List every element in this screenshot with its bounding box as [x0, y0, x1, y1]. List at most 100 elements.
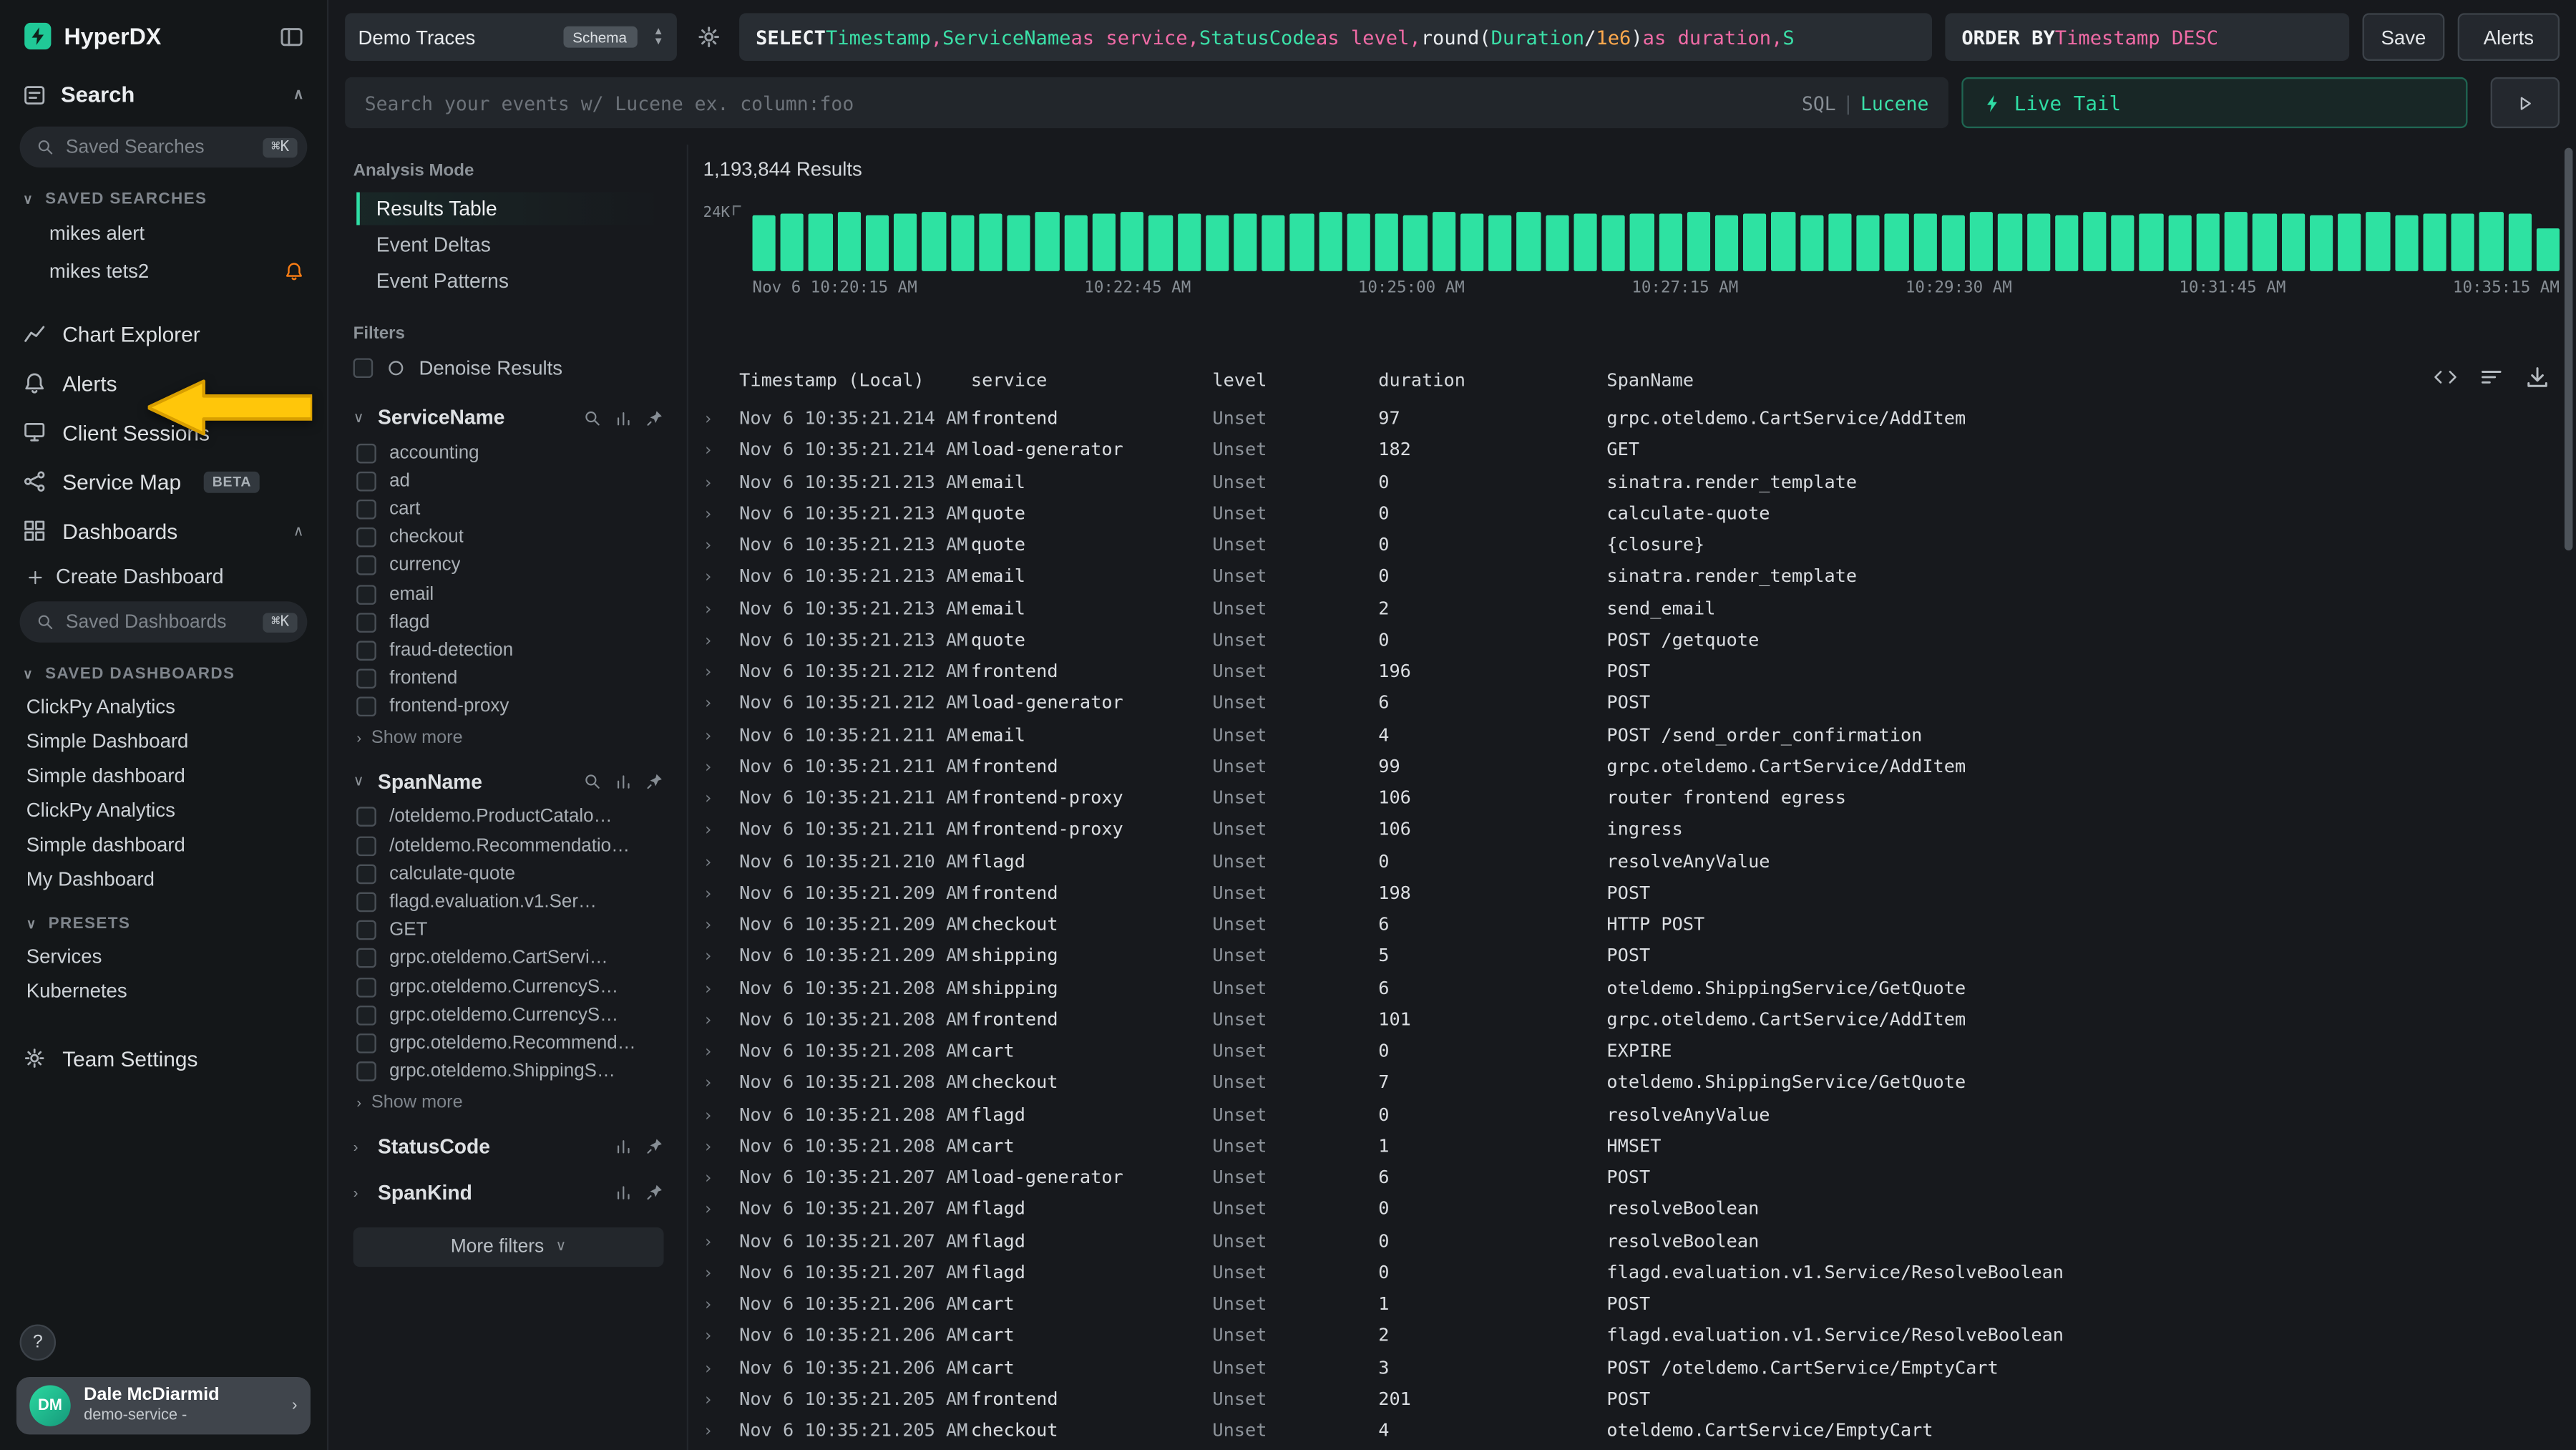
histogram-bar[interactable] [1290, 214, 1314, 271]
facet-value-grpc-oteldemo-currencys[interactable]: grpc.oteldemo.CurrencyS… [353, 973, 664, 1001]
histogram-bar[interactable] [1262, 215, 1286, 271]
column-header-service[interactable]: ⠿service [971, 369, 1213, 390]
histogram-bar[interactable] [837, 213, 861, 271]
facet-value-checkbox[interactable] [356, 641, 376, 661]
facet-pin-icon[interactable] [645, 773, 663, 791]
facet-value-flagd-evaluation-v1-ser[interactable]: flagd.evaluation.v1.Ser… [353, 888, 664, 916]
table-row[interactable]: › Nov 6 10:35:21.213 AMquoteUnset0POST /… [688, 624, 2576, 656]
table-row[interactable]: › Nov 6 10:35:21.211 AMfrontend-proxyUns… [688, 814, 2576, 845]
histogram-bar[interactable] [2366, 213, 2390, 271]
facet-value-checkout[interactable]: checkout [353, 523, 664, 551]
facet-value-grpc-oteldemo-cartservi[interactable]: grpc.oteldemo.CartServi… [353, 945, 664, 973]
histogram-bar[interactable] [1404, 215, 1428, 271]
row-expander[interactable]: › [703, 439, 740, 461]
table-row[interactable]: › Nov 6 10:35:21.207 AMflagdUnset0resolv… [688, 1225, 2576, 1257]
facet-header-servicename[interactable]: ∨ ServiceName [353, 396, 664, 439]
row-expander[interactable]: › [703, 502, 740, 524]
facet-value-email[interactable]: email [353, 580, 664, 608]
histogram-bar[interactable] [2112, 215, 2135, 271]
column-header-duration[interactable]: ⠿duration [1378, 369, 1606, 390]
facet-pin-icon[interactable] [645, 1137, 663, 1155]
row-expander[interactable]: › [703, 661, 740, 682]
facet-value-frontend-proxy[interactable]: frontend-proxy [353, 693, 664, 721]
facet-value-fraud-detection[interactable]: fraud-detection [353, 636, 664, 664]
row-expander[interactable]: › [703, 724, 740, 746]
histogram-bar[interactable] [2536, 228, 2560, 271]
row-density-icon[interactable] [2479, 365, 2504, 389]
histogram-bar[interactable] [1177, 213, 1201, 271]
facet-value-cart[interactable]: cart [353, 495, 664, 523]
saved-dashboards-header[interactable]: ∨ SAVED DASHBOARDS [23, 666, 304, 683]
source-settings-button[interactable] [690, 13, 726, 61]
histogram-bar[interactable] [753, 215, 776, 271]
table-row[interactable]: › Nov 6 10:35:21.211 AMfrontend-proxyUns… [688, 782, 2576, 814]
table-row[interactable]: › Nov 6 10:35:21.209 AMcheckoutUnset6HTT… [688, 909, 2576, 940]
row-expander[interactable]: › [703, 819, 740, 840]
presets-header[interactable]: ∨ PRESETS [26, 915, 304, 933]
source-select[interactable]: Demo Traces Schema ▲▼ [345, 13, 677, 61]
histogram-bar[interactable] [1715, 215, 1739, 271]
facet-value-accounting[interactable]: accounting [353, 439, 664, 467]
facet-chart-icon[interactable] [615, 773, 633, 791]
sidebar-item-dashboards[interactable]: Dashboards ∧ [0, 506, 327, 555]
histogram-bar[interactable] [922, 213, 946, 271]
table-row[interactable]: › Nov 6 10:35:21.213 AMemailUnset0sinatr… [688, 560, 2576, 592]
table-row[interactable]: › Nov 6 10:35:21.207 AMflagdUnset0resolv… [688, 1193, 2576, 1225]
table-row[interactable]: › Nov 6 10:35:21.211 AMemailUnset4POST /… [688, 719, 2576, 750]
facet-value-checkbox[interactable] [356, 977, 376, 997]
sidebar-item-alerts[interactable]: Alerts [0, 359, 327, 408]
histogram-bar[interactable] [1545, 215, 1568, 271]
row-expander[interactable]: › [703, 1420, 740, 1441]
saved-search-item-mikes-tets2[interactable]: mikes tets2 [0, 251, 327, 289]
table-row[interactable]: › Nov 6 10:35:21.208 AMcartUnset1HMSET [688, 1130, 2576, 1162]
facet-value-checkbox[interactable] [356, 1006, 376, 1026]
histogram-bar[interactable] [1347, 214, 1370, 271]
analysis-mode-event-deltas[interactable]: Event Deltas [356, 228, 663, 261]
row-expander[interactable]: › [703, 977, 740, 998]
sidebar-item-chart-explorer[interactable]: Chart Explorer [0, 309, 327, 359]
facet-value-ad[interactable]: ad [353, 467, 664, 495]
saved-searches-input[interactable]: Saved Searches ⌘K [20, 127, 308, 167]
live-tail-button[interactable]: Live Tail [1961, 77, 2467, 128]
histogram-bar[interactable] [1035, 213, 1059, 271]
facet-value-currency[interactable]: currency [353, 552, 664, 580]
facet-value-checkbox[interactable] [356, 920, 376, 940]
row-expander[interactable]: › [703, 629, 740, 651]
row-expander[interactable]: › [703, 598, 740, 619]
table-row[interactable]: › Nov 6 10:35:21.210 AMflagdUnset0resolv… [688, 845, 2576, 877]
sidebar-item-service-map[interactable]: Service Map BETA [0, 457, 327, 506]
facet-value-oteldemo-recommendatio[interactable]: /oteldemo.Recommendatio… [353, 832, 664, 860]
table-row[interactable]: › Nov 6 10:35:21.208 AMshippingUnset6ote… [688, 972, 2576, 1003]
table-row[interactable]: › Nov 6 10:35:21.206 AMcartUnset2flagd.e… [688, 1320, 2576, 1351]
facet-value-grpc-oteldemo-shippings[interactable]: grpc.oteldemo.ShippingS… [353, 1058, 664, 1086]
facet-header-statuscode[interactable]: › StatusCode [353, 1125, 664, 1168]
show-more-button[interactable]: ›Show more [353, 721, 664, 758]
histogram-bar[interactable] [1659, 214, 1682, 271]
table-row[interactable]: › Nov 6 10:35:21.207 AMflagdUnset0flagd.… [688, 1257, 2576, 1288]
histogram-bar[interactable] [1970, 213, 1994, 271]
facet-search-icon[interactable] [583, 409, 601, 427]
row-expander[interactable]: › [703, 787, 740, 809]
histogram-bar[interactable] [2451, 214, 2475, 271]
saved-dashboards-input[interactable]: Saved Dashboards ⌘K [20, 601, 308, 642]
sidebar-item-team-settings[interactable]: Team Settings [0, 1033, 327, 1083]
histogram-bar[interactable] [1375, 213, 1399, 271]
row-expander[interactable]: › [703, 1357, 740, 1378]
histogram-bar[interactable] [2253, 214, 2277, 271]
row-expander[interactable]: › [703, 1167, 740, 1188]
column-header-level[interactable]: ⠿level [1212, 369, 1378, 390]
facet-value-checkbox[interactable] [356, 584, 376, 604]
run-query-button[interactable] [2491, 77, 2560, 128]
histogram-bar[interactable] [2225, 213, 2248, 271]
facet-value-grpc-oteldemo-recommend[interactable]: grpc.oteldemo.Recommend… [353, 1029, 664, 1057]
histogram-bar[interactable] [809, 214, 833, 271]
histogram-bar[interactable] [866, 215, 889, 271]
facet-chart-icon[interactable] [615, 1137, 633, 1155]
histogram-bar[interactable] [1941, 215, 1965, 271]
histogram-bar[interactable] [979, 213, 1002, 271]
histogram-bar[interactable] [1602, 215, 1626, 271]
table-row[interactable]: › Nov 6 10:35:21.212 AMfrontendUnset196P… [688, 656, 2576, 687]
preset-item-services[interactable]: Services [0, 938, 327, 973]
facet-header-spanname[interactable]: ∨ SpanName [353, 761, 664, 804]
histogram-bar[interactable] [1857, 215, 1880, 271]
